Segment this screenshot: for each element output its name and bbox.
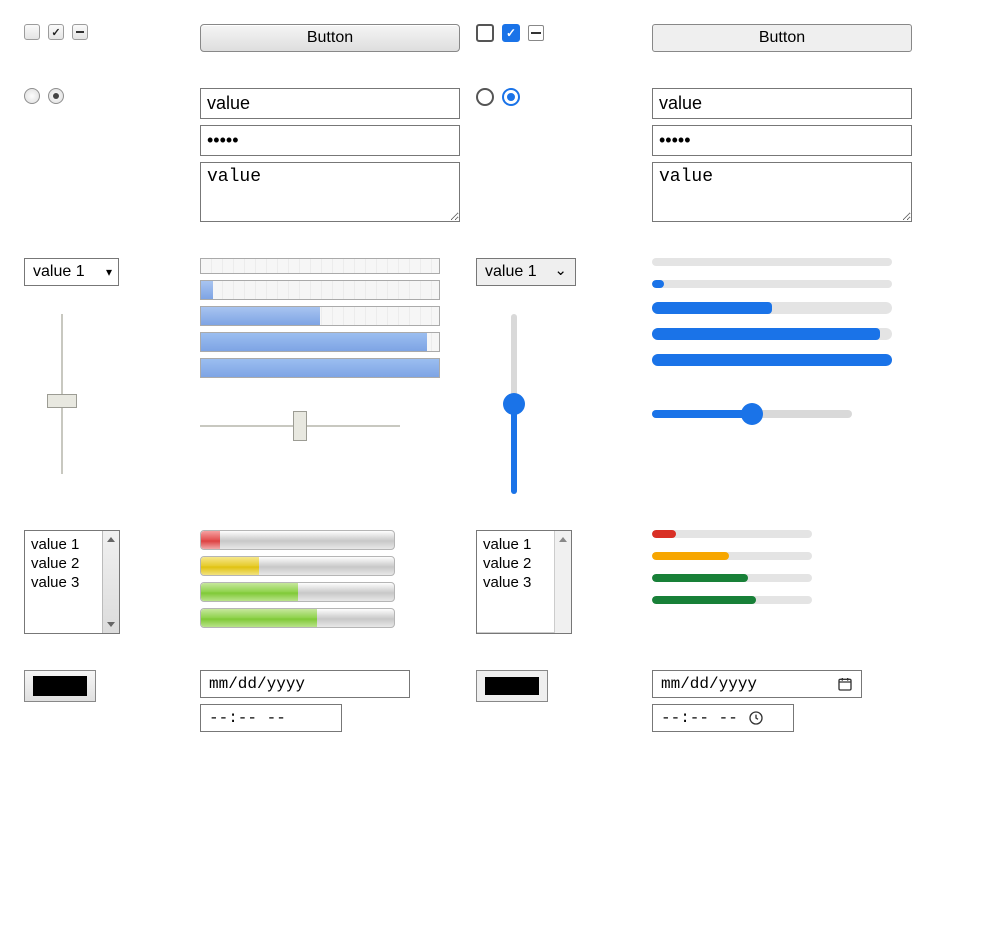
slider-thumb[interactable] <box>503 393 525 415</box>
meter-classic-green <box>200 582 395 602</box>
clock-icon[interactable] <box>748 710 764 726</box>
button-classic[interactable]: Button <box>200 24 460 52</box>
progress-modern-100 <box>652 354 892 366</box>
listbox-classic[interactable]: value 1 value 2 value 3 <box>24 530 120 634</box>
textarea-classic[interactable]: value <box>200 162 460 222</box>
date-input-classic[interactable]: mm/dd/yyyy <box>200 670 410 698</box>
scrollbar[interactable] <box>102 531 119 633</box>
progress-classic-95 <box>200 332 440 352</box>
checkbox-checked-modern[interactable] <box>502 24 520 42</box>
progress-group-classic <box>200 258 460 378</box>
slider-thumb[interactable] <box>741 403 763 425</box>
color-input-modern[interactable] <box>476 670 548 702</box>
button-modern[interactable]: Button <box>652 24 912 52</box>
meter-modern-yellow <box>652 552 812 560</box>
password-input-modern[interactable] <box>652 125 912 156</box>
textarea-modern[interactable]: value <box>652 162 912 222</box>
color-swatch <box>33 676 87 696</box>
text-input-modern[interactable] <box>652 88 912 119</box>
progress-modern-5 <box>652 280 892 288</box>
checkbox-indeterminate-modern[interactable] <box>528 25 544 41</box>
progress-modern-95 <box>652 328 892 340</box>
time-placeholder: --:-- -- <box>661 709 738 727</box>
progress-classic-5 <box>200 280 440 300</box>
slider-fill <box>511 404 517 494</box>
listbox-modern[interactable]: value 1 value 2 value 3 <box>476 530 572 634</box>
meter-classic-yellow <box>200 556 395 576</box>
radio-unchecked-modern[interactable] <box>476 88 494 106</box>
color-input-classic[interactable] <box>24 670 96 702</box>
checkbox-unchecked-modern[interactable] <box>476 24 494 42</box>
slider-thumb[interactable] <box>47 394 77 408</box>
slider-fill <box>652 410 752 418</box>
checkbox-indeterminate-classic[interactable] <box>72 24 88 40</box>
meter-modern-green <box>652 574 812 582</box>
meter-classic-green2 <box>200 608 395 628</box>
date-input-modern[interactable]: mm/dd/yyyy <box>652 670 862 698</box>
radio-checked-modern[interactable] <box>502 88 520 106</box>
horizontal-slider-classic[interactable] <box>200 414 400 438</box>
checkbox-unchecked-classic[interactable] <box>24 24 40 40</box>
progress-modern-50 <box>652 302 892 314</box>
progress-classic-50 <box>200 306 440 326</box>
color-swatch <box>485 677 539 695</box>
meter-modern-red <box>652 530 812 538</box>
date-placeholder: mm/dd/yyyy <box>661 675 757 693</box>
text-input-classic[interactable] <box>200 88 460 119</box>
vertical-slider-modern[interactable] <box>502 314 526 494</box>
progress-modern-0 <box>652 258 892 266</box>
meter-modern-green2 <box>652 596 812 604</box>
time-input-classic[interactable]: --:-- -- <box>200 704 342 732</box>
progress-classic-0 <box>200 258 440 274</box>
scrollbar[interactable] <box>554 531 571 633</box>
meter-classic-red <box>200 530 395 550</box>
select-label: value 1 <box>33 263 85 280</box>
slider-thumb[interactable] <box>293 411 307 441</box>
select-modern[interactable]: value 1 <box>476 258 576 286</box>
password-input-classic[interactable] <box>200 125 460 156</box>
select-classic[interactable]: value 1 <box>24 258 119 286</box>
checkbox-checked-classic[interactable] <box>48 24 64 40</box>
progress-group-modern <box>652 258 912 366</box>
radio-unchecked-classic[interactable] <box>24 88 40 104</box>
select-label: value 1 <box>485 263 537 280</box>
progress-classic-100 <box>200 358 440 378</box>
radio-checked-classic[interactable] <box>48 88 64 104</box>
vertical-slider-classic[interactable] <box>50 314 74 474</box>
time-input-modern[interactable]: --:-- -- <box>652 704 794 732</box>
horizontal-slider-modern[interactable] <box>652 402 852 426</box>
calendar-icon[interactable] <box>837 676 853 692</box>
